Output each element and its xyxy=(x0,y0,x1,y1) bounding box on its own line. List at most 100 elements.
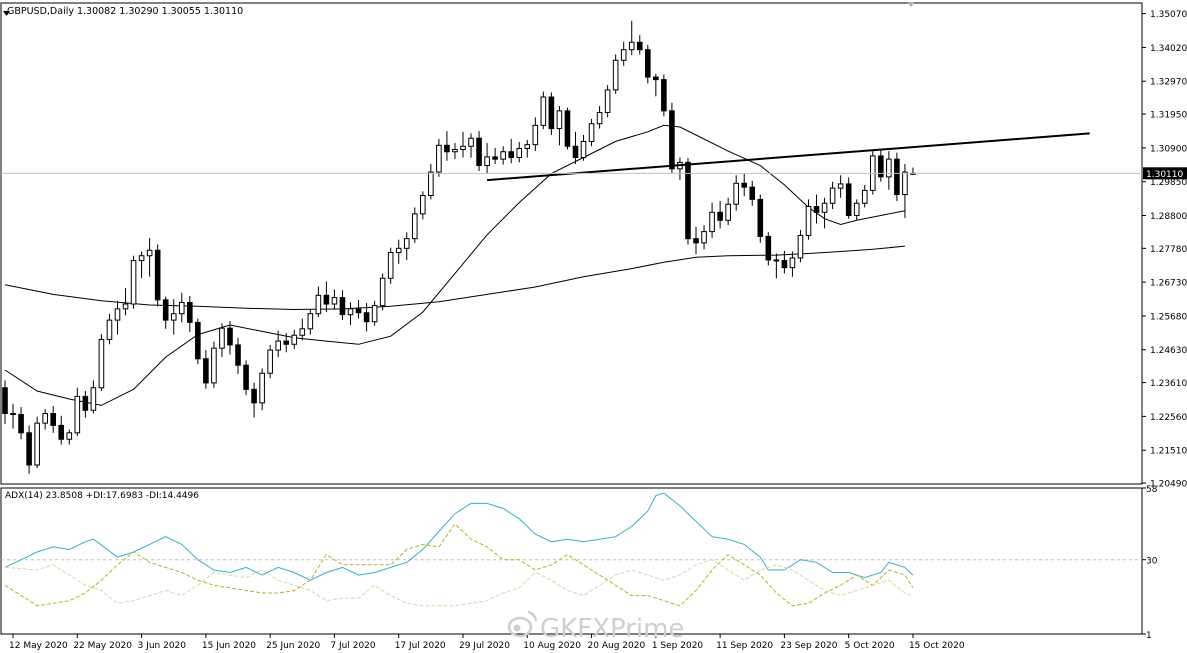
candles xyxy=(2,20,916,474)
candle-body xyxy=(130,260,137,305)
time-tick-label: 3 Jun 2020 xyxy=(138,641,187,651)
candle-body xyxy=(395,247,402,254)
candle xyxy=(733,175,739,211)
candle xyxy=(428,163,434,200)
candle xyxy=(628,20,635,56)
candle-body xyxy=(259,372,265,404)
candle xyxy=(235,337,241,374)
candle-body xyxy=(781,260,788,269)
time-tick-label: 15 Oct 2020 xyxy=(909,641,965,651)
candle xyxy=(371,300,378,326)
candle xyxy=(612,54,619,94)
candle xyxy=(420,191,426,220)
candle xyxy=(765,232,772,266)
candle xyxy=(861,184,868,208)
candle xyxy=(10,403,16,429)
candle-body xyxy=(653,76,659,81)
candle-body xyxy=(98,338,105,389)
candle xyxy=(484,143,490,174)
candle xyxy=(580,135,587,161)
candle-body xyxy=(645,49,651,78)
candle xyxy=(492,147,498,164)
time-tick-label: 23 Sep 2020 xyxy=(780,641,837,651)
candle xyxy=(178,292,185,323)
candle-body xyxy=(612,59,619,91)
price-tick-label: 1.23610 xyxy=(1150,379,1187,389)
candle xyxy=(195,318,201,365)
candle xyxy=(717,201,723,229)
candle xyxy=(291,329,298,350)
price-chart-frame xyxy=(0,2,1143,485)
candle xyxy=(436,138,442,177)
candle-body xyxy=(444,144,450,153)
candle xyxy=(90,380,97,414)
candle-body xyxy=(34,422,40,466)
ma-short-line xyxy=(4,124,905,406)
candle-body xyxy=(596,111,603,125)
current-price-label: 1.30110 xyxy=(1146,170,1183,180)
candle xyxy=(476,131,482,172)
time-tick-label: 12 May 2020 xyxy=(9,641,68,651)
candle xyxy=(757,194,764,243)
candle xyxy=(162,296,169,329)
candle-body xyxy=(371,305,378,323)
candle xyxy=(878,149,884,182)
candle xyxy=(821,197,828,229)
time-tick-label: 25 Jun 2020 xyxy=(266,641,320,651)
candle xyxy=(661,74,667,117)
candle-body xyxy=(580,140,587,159)
price-tick-label: 1.27780 xyxy=(1150,245,1187,255)
candle xyxy=(741,173,748,197)
candle-body xyxy=(886,158,892,178)
price-tick-label: 1.34020 xyxy=(1150,44,1187,54)
candle-body xyxy=(773,259,780,262)
adx-title: ADX(14) 23.8508 +DI:17.6983 -DI:14.4496 xyxy=(5,491,199,501)
candle-body xyxy=(355,308,362,314)
candle xyxy=(339,290,346,321)
candle xyxy=(572,131,579,164)
candle-body xyxy=(315,294,322,315)
candle xyxy=(604,85,611,118)
candle-body xyxy=(114,308,121,321)
candle xyxy=(468,133,474,158)
candle xyxy=(669,102,675,174)
candle xyxy=(749,180,756,206)
candle xyxy=(773,253,780,279)
candle-body xyxy=(251,388,257,404)
candle xyxy=(211,341,217,388)
shift-marker-icon[interactable] xyxy=(907,2,915,7)
candle xyxy=(588,118,595,147)
candle-body xyxy=(540,96,547,126)
candle xyxy=(556,106,563,146)
candle-body xyxy=(620,49,627,61)
candle-body xyxy=(363,312,370,323)
watermark: GKFXPrime xyxy=(507,610,684,644)
candle-body xyxy=(837,183,844,189)
candle-body xyxy=(821,202,828,213)
candle xyxy=(50,406,57,433)
candle xyxy=(347,302,354,325)
candle-body xyxy=(725,203,731,221)
candle xyxy=(219,323,225,358)
chart-canvas: 1.350701.340201.329701.319501.309001.298… xyxy=(0,2,1187,651)
candle xyxy=(411,207,418,243)
candle-body xyxy=(492,156,498,160)
candle-body xyxy=(307,313,314,330)
time-tick-label: 17 Jul 2020 xyxy=(395,641,446,651)
candle-body xyxy=(243,364,249,390)
candle-body xyxy=(628,41,635,51)
candle xyxy=(460,131,466,158)
candle xyxy=(114,300,121,335)
candle xyxy=(886,151,892,190)
price-tick-label: 1.32970 xyxy=(1150,78,1187,88)
candle xyxy=(685,158,691,245)
candle-body xyxy=(347,308,354,316)
candle xyxy=(403,232,410,260)
candle xyxy=(74,387,81,437)
candle-body xyxy=(894,158,900,196)
candle xyxy=(910,167,916,176)
candle xyxy=(187,295,193,333)
candle xyxy=(645,44,651,84)
candle-body xyxy=(203,358,209,384)
current-price-marker: 1.30110 xyxy=(1,167,1187,180)
